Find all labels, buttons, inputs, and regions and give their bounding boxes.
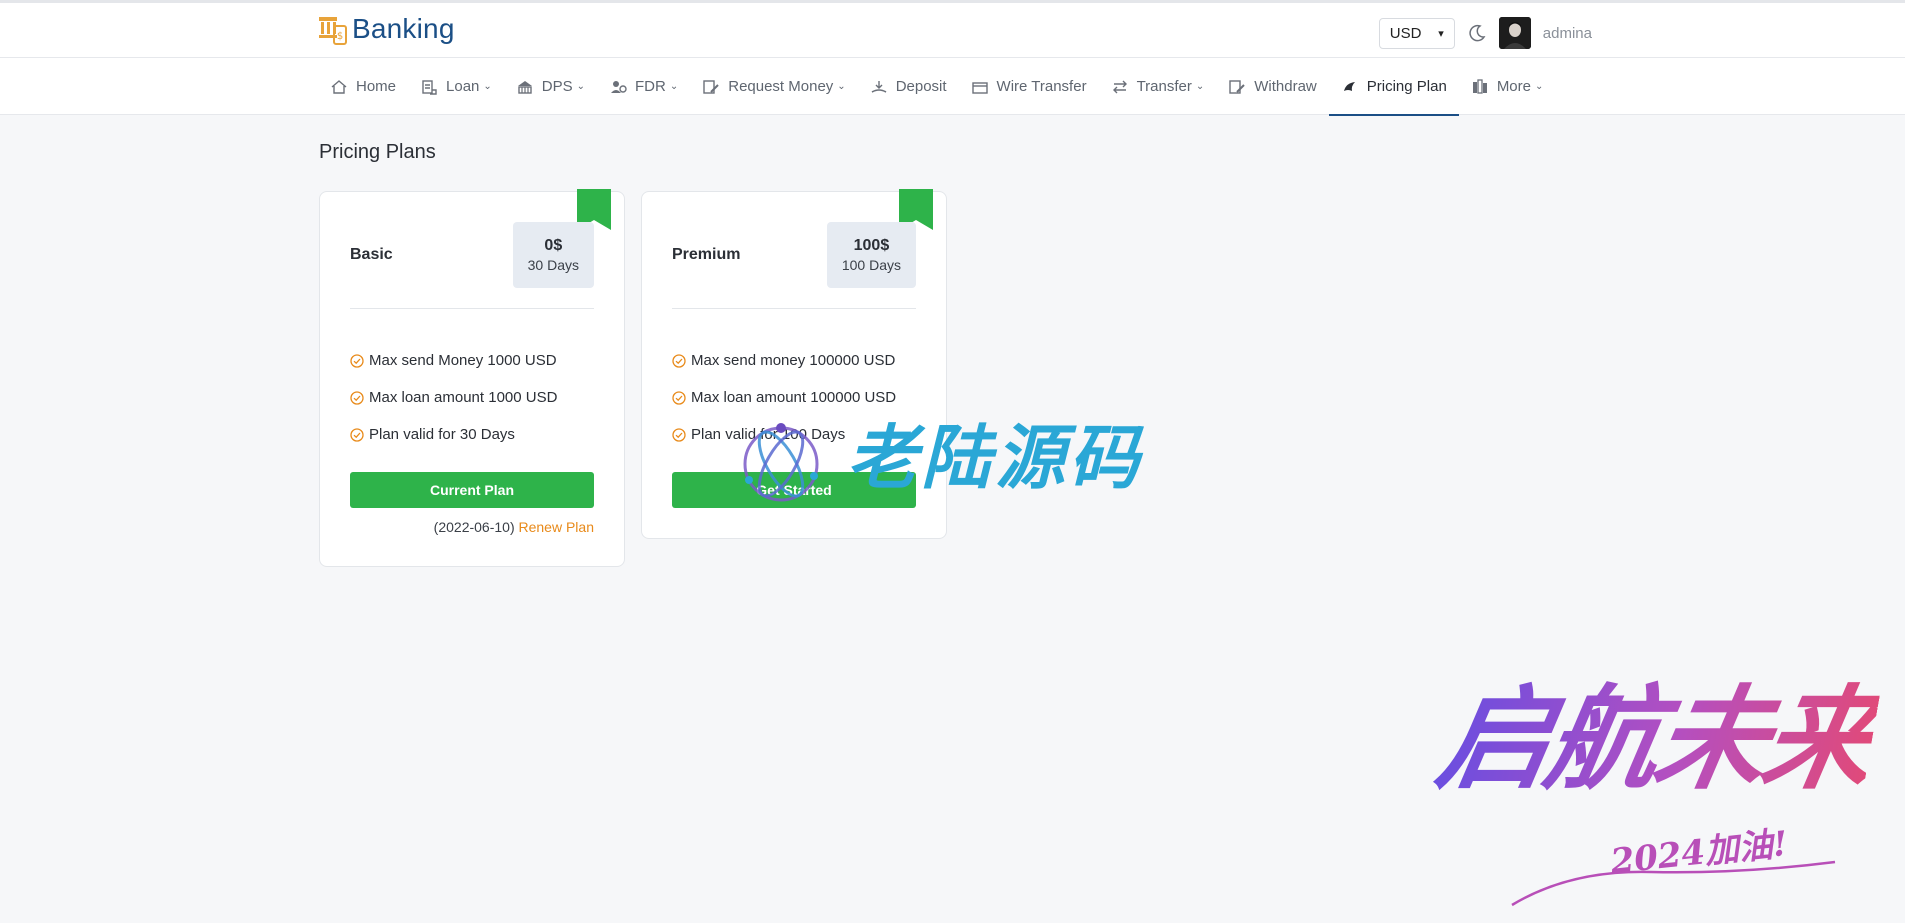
plan-name: Premium xyxy=(672,246,741,263)
withdraw-icon xyxy=(1228,78,1246,96)
renew-plan-link[interactable]: Renew Plan xyxy=(519,519,595,535)
wire-transfer-icon xyxy=(971,78,989,96)
check-circle-icon xyxy=(672,390,686,405)
username[interactable]: admina xyxy=(1543,25,1592,42)
nav-item-label: Wire Transfer xyxy=(996,78,1087,95)
currency-value: USD xyxy=(1389,24,1422,42)
plan-duration: 30 Days xyxy=(527,257,579,273)
plan-price: 0$ xyxy=(544,237,563,254)
main-nav: Home Loan ⌄ DPS ⌄ FDR ⌄ Request Money ⌄ Deposit Wi… xyxy=(0,58,1905,116)
atom-logo-icon xyxy=(743,423,819,502)
nav-item-transfer[interactable]: Transfer ⌄ xyxy=(1099,58,1217,115)
dps-icon xyxy=(516,78,534,96)
feature-item: Max loan amount 1000 USD xyxy=(350,379,604,416)
watermark-center: 老陆源码 xyxy=(737,416,1177,512)
avatar-image xyxy=(1498,17,1531,49)
home-icon xyxy=(330,78,348,96)
nav-item-home[interactable]: Home xyxy=(318,58,408,115)
pricing-plan-icon xyxy=(1341,78,1359,96)
chevron-down-icon: ⌄ xyxy=(483,81,492,92)
feature-text: Max send Money 1000 USD xyxy=(369,352,557,369)
check-circle-icon xyxy=(672,427,686,442)
brand[interactable]: $ Banking xyxy=(318,13,455,45)
plan-expiry-line: (2022-06-10) Renew Plan xyxy=(434,519,594,535)
top-header: $ Banking USD ▾ admina xyxy=(0,0,1905,58)
feature-item: Max send Money 1000 USD xyxy=(350,342,604,379)
svg-text:$: $ xyxy=(337,31,343,42)
brush-stroke-icon xyxy=(1511,860,1836,907)
watermark-corner-text: 启航未来 xyxy=(1428,670,1885,810)
nav-item-wire-transfer[interactable]: Wire Transfer xyxy=(959,58,1099,115)
nav-item-dps[interactable]: DPS ⌄ xyxy=(504,58,597,115)
plan-name: Basic xyxy=(350,246,393,263)
nav-item-label: Withdraw xyxy=(1254,78,1317,95)
chevron-down-icon: ⌄ xyxy=(576,81,586,92)
nav-item-label: Pricing Plan xyxy=(1366,78,1447,95)
price-box: 100$ 100 Days xyxy=(826,222,916,288)
transfer-icon xyxy=(1111,78,1129,96)
feature-text: Max loan amount 100000 USD xyxy=(691,389,897,406)
feature-text: Plan valid for 30 Days xyxy=(369,426,515,443)
watermark-center-text: 老陆源码 xyxy=(847,417,1143,499)
chevron-down-icon: ⌄ xyxy=(837,81,846,92)
nav-item-deposit[interactable]: Deposit xyxy=(858,58,959,115)
price-box: 0$ 30 Days xyxy=(512,222,594,288)
feature-list: Max send Money 1000 USD Max loan amount … xyxy=(350,342,604,453)
nav-item-label: Transfer xyxy=(1136,78,1192,95)
current-plan-button[interactable]: Current Plan xyxy=(350,472,594,508)
plan-card-basic: Basic 0$ 30 Days Max send Money 1000 USD… xyxy=(319,189,625,567)
moon-icon[interactable] xyxy=(1467,23,1487,43)
currency-select[interactable]: USD ▾ xyxy=(1378,17,1455,49)
check-circle-icon xyxy=(350,390,364,405)
chevron-down-icon: ⌄ xyxy=(1195,81,1205,92)
feature-item: Plan valid for 30 Days xyxy=(350,416,604,453)
nav-item-label: DPS xyxy=(541,78,573,95)
divider xyxy=(350,308,594,309)
bank-logo-icon: $ xyxy=(319,17,347,45)
check-circle-icon xyxy=(350,353,364,368)
plan-duration: 100 Days xyxy=(841,257,901,273)
deposit-icon xyxy=(870,78,888,96)
feature-item: Max send money 100000 USD xyxy=(672,342,926,379)
feature-text: Max send money 100000 USD xyxy=(691,352,896,369)
check-circle-icon xyxy=(350,427,364,442)
nav-item-label: FDR xyxy=(635,78,666,95)
nav-item-request-money[interactable]: Request Money ⌄ xyxy=(690,58,857,115)
chevron-down-icon: ⌄ xyxy=(669,81,679,92)
feature-text: Max loan amount 1000 USD xyxy=(369,389,558,406)
chevron-down-icon: ▾ xyxy=(1438,27,1444,40)
avatar[interactable] xyxy=(1498,17,1531,49)
watermark-corner: 启航未来 2024加油! xyxy=(1420,660,1900,910)
nav-item-label: Home xyxy=(356,78,397,95)
divider xyxy=(672,308,916,309)
check-circle-icon xyxy=(672,353,686,368)
plan-price: 100$ xyxy=(853,237,890,254)
nav-item-more[interactable]: More ⌄ xyxy=(1459,58,1556,115)
page-title: Pricing Plans xyxy=(319,141,436,163)
more-icon xyxy=(1471,78,1489,96)
loan-icon xyxy=(420,78,438,96)
nav-item-label: More xyxy=(1496,78,1531,95)
chevron-down-icon: ⌄ xyxy=(1535,81,1544,92)
nav-item-pricing-plan[interactable]: Pricing Plan xyxy=(1328,58,1459,116)
brand-name: Banking xyxy=(352,13,455,44)
plan-expiry-date: (2022-06-10) xyxy=(433,519,515,535)
nav-item-label: Loan xyxy=(446,78,480,95)
nav-item-label: Request Money xyxy=(728,78,834,95)
nav-item-fdr[interactable]: FDR ⌄ xyxy=(597,58,690,115)
nav-item-withdraw[interactable]: Withdraw xyxy=(1216,58,1329,115)
nav-item-loan[interactable]: Loan ⌄ xyxy=(408,58,504,115)
feature-item: Max loan amount 100000 USD xyxy=(672,379,926,416)
nav-item-label: Deposit xyxy=(895,78,947,95)
fdr-icon xyxy=(609,78,627,96)
request-money-icon xyxy=(702,78,720,96)
